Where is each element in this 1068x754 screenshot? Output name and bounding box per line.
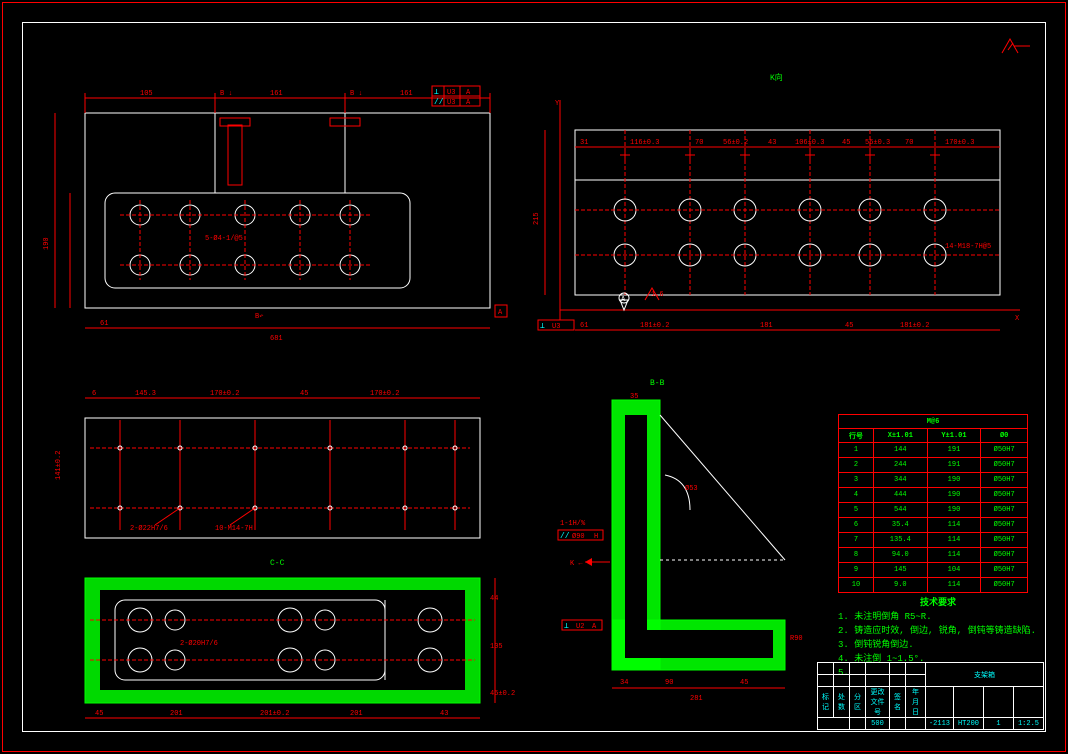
svg-text:201: 201 xyxy=(350,710,363,718)
dim-105: 105 xyxy=(140,90,153,98)
svg-text:K ←: K ← xyxy=(570,560,583,568)
note-3: 3. 倒钝锐角倒边. xyxy=(838,638,1038,652)
svg-text:45: 45 xyxy=(842,139,850,147)
svg-text:5-Ø4-1/@5: 5-Ø4-1/@5 xyxy=(205,234,243,243)
svg-text:35: 35 xyxy=(630,393,638,401)
svg-text:181±0.2: 181±0.2 xyxy=(900,322,929,330)
svg-text:U3: U3 xyxy=(447,99,455,107)
svg-text:61: 61 xyxy=(580,322,588,330)
svg-text:170±0.2: 170±0.2 xyxy=(210,390,239,398)
svg-text:B↶: B↶ xyxy=(255,313,263,321)
svg-text:145.3: 145.3 xyxy=(135,390,156,398)
qty: 1 xyxy=(984,718,1014,730)
svg-text:215: 215 xyxy=(533,212,541,225)
svg-text:43: 43 xyxy=(768,139,776,147)
svg-text:56±0.3: 56±0.3 xyxy=(865,139,890,147)
svg-text:141±0.2: 141±0.2 xyxy=(55,451,63,480)
svg-text:45: 45 xyxy=(300,390,308,398)
svg-text:201: 201 xyxy=(170,710,183,718)
svg-text:181±0.2: 181±0.2 xyxy=(640,322,669,330)
svg-text:2-Ø22H7/6: 2-Ø22H7/6 xyxy=(130,524,168,533)
svg-text:Ø53: Ø53 xyxy=(685,484,698,493)
svg-text:⊥: ⊥ xyxy=(564,622,569,631)
svg-text:45: 45 xyxy=(740,679,748,687)
svg-text:U3: U3 xyxy=(552,323,560,331)
svg-text:U2: U2 xyxy=(576,623,584,631)
view-label-cc: C-C xyxy=(270,559,285,568)
svg-text:43: 43 xyxy=(440,710,448,718)
svg-text:170±0.3: 170±0.3 xyxy=(945,139,974,147)
hole-table-title: M@6 xyxy=(839,415,1028,429)
view-mid-left: 6 145.3 170±0.2 45 170±0.2 141±0.2 2-Ø22… xyxy=(55,390,480,538)
svg-text:14-M18-7H@5: 14-M18-7H@5 xyxy=(945,243,991,251)
svg-text:56±0.2: 56±0.2 xyxy=(723,139,748,147)
svg-text:H: H xyxy=(594,533,598,541)
view-section-cc: C-C 45 201 201±0.2 201 43 44 105 45±0. xyxy=(85,559,515,718)
svg-text:190: 190 xyxy=(43,237,51,250)
note-1: 1. 未注明倒角 R5~R. xyxy=(838,610,1038,624)
dim-161b: 161 xyxy=(400,90,413,98)
svg-text://: // xyxy=(560,532,570,541)
svg-text:70: 70 xyxy=(905,139,913,147)
svg-text:45±0.2: 45±0.2 xyxy=(490,690,515,698)
svg-text:281: 281 xyxy=(690,695,703,703)
svg-text:181: 181 xyxy=(760,322,773,330)
title-block: 支架箱 标记处数 分区更改文件号 签名年月日 500 -2113 HT200 1… xyxy=(817,662,1044,730)
view-top-left: 105 B ↓ 161 B ↓ 161 190 61 681 ⊥ U3 A //… xyxy=(43,86,507,343)
svg-text:70: 70 xyxy=(695,139,703,147)
note-2: 2. 铸造应时效, 倒边, 锐角, 倒钝等铸造缺陷. xyxy=(838,624,1038,638)
svg-text:105: 105 xyxy=(490,643,503,651)
svg-text:44: 44 xyxy=(490,595,498,603)
svg-text:34: 34 xyxy=(620,679,628,687)
svg-text:116±0.3: 116±0.3 xyxy=(630,139,659,147)
dim-161a: 161 xyxy=(270,90,283,98)
svg-text:681: 681 xyxy=(270,335,283,343)
svg-text:201±0.2: 201±0.2 xyxy=(260,710,289,718)
svg-text:106±0.3: 106±0.3 xyxy=(795,139,824,147)
svg-text:45: 45 xyxy=(95,710,103,718)
svg-text:⊥: ⊥ xyxy=(540,322,545,331)
hole-table: M@6 行号 X±1.01 Y±1.01 Ø0 1144191Ø50H7 224… xyxy=(838,414,1028,593)
svg-text:Ø90: Ø90 xyxy=(572,532,585,541)
svg-text:Y: Y xyxy=(555,100,560,108)
scale: 1:2.5 xyxy=(1014,718,1044,730)
part-name: 支架箱 xyxy=(925,663,1043,687)
svg-text:6: 6 xyxy=(92,390,96,398)
notes-title: 技术要求 xyxy=(838,596,1038,610)
material: HT200 xyxy=(954,718,984,730)
svg-text:X: X xyxy=(1015,315,1020,323)
svg-text://: // xyxy=(434,98,444,107)
svg-text:1.6: 1.6 xyxy=(651,291,664,299)
svg-text:1-1H/%: 1-1H/% xyxy=(560,520,586,528)
svg-text:2-Ø20H7/6: 2-Ø20H7/6 xyxy=(180,639,218,648)
drawing-no: -2113 xyxy=(925,718,953,730)
svg-text:31: 31 xyxy=(580,139,588,147)
view-top-right: K向 Y X xyxy=(533,72,1020,331)
svg-text:90: 90 xyxy=(665,679,673,687)
svg-text:A: A xyxy=(498,309,503,317)
view-label-bb: B-B xyxy=(650,379,665,388)
svg-text:R90: R90 xyxy=(790,635,803,643)
svg-text:45: 45 xyxy=(845,322,853,330)
svg-text:10-M14-7H: 10-M14-7H xyxy=(215,525,253,533)
svg-text:B ↓: B ↓ xyxy=(220,90,233,98)
svg-text:170±0.2: 170±0.2 xyxy=(370,390,399,398)
svg-text:B ↓: B ↓ xyxy=(350,90,363,98)
view-label-k: K向 xyxy=(770,72,783,83)
svg-text:61: 61 xyxy=(100,320,108,328)
view-section-bb: B-B Ø53 K ← // Ø90 H 1-1H/% ⊥ U2 A 34 90… xyxy=(558,379,803,703)
